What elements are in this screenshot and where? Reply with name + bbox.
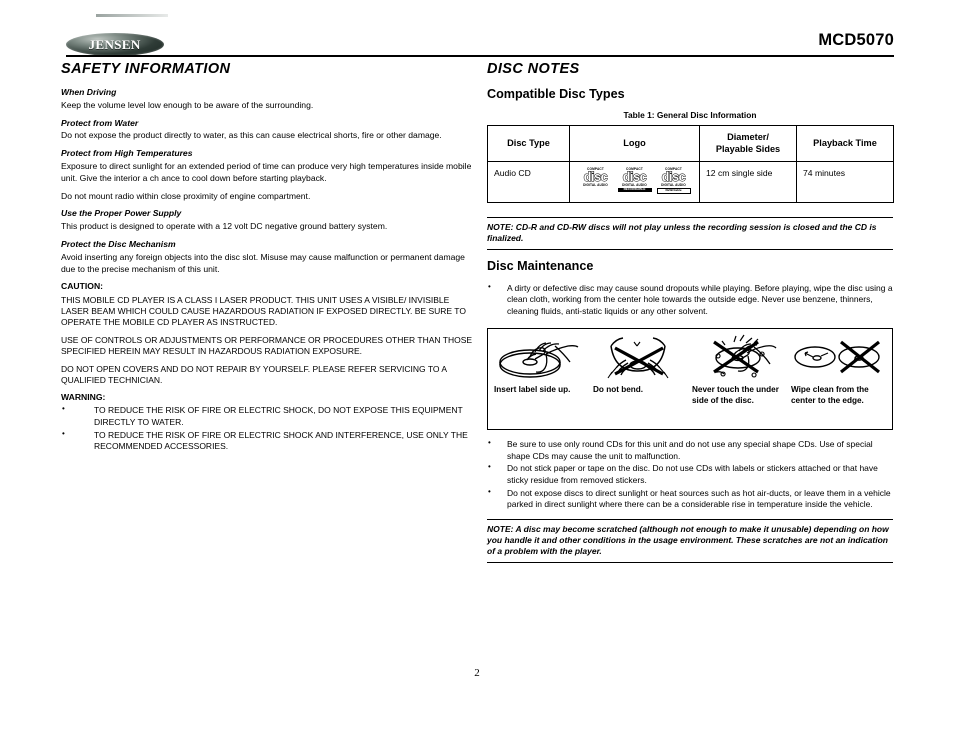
compact-disc-digital-audio-icon: COMPACT disc DIGITAL AUDIO	[579, 167, 613, 194]
model-number: MCD5070	[818, 31, 894, 49]
logo-ellipse: JENSEN	[66, 33, 164, 56]
disc-maintenance-list: A dirty or defective disc may cause soun…	[487, 282, 893, 318]
list-item: TO REDUCE THE RISK OF FIRE OR ELECTRIC S…	[61, 404, 473, 428]
header-line: Logo	[623, 138, 646, 148]
header-divider	[66, 55, 894, 57]
table-header-row: Disc Type Logo Diameter/ Playable Sides …	[487, 125, 894, 162]
page-header: JENSEN MCD5070	[0, 0, 954, 60]
illustration-insert-label-side-up: Insert label side up.	[492, 332, 591, 429]
illustration-never-touch-under-side: Never touch the under side of the disc.	[690, 332, 789, 429]
disc-handling-illustrations: Insert label side up. Do not bend. Never…	[487, 328, 893, 431]
cd-logo-tag: ReWritable	[656, 187, 691, 194]
note-block-2: NOTE: A disc may become scratched (altho…	[487, 518, 893, 564]
do-not-bend-disc-icon	[593, 332, 688, 382]
cell-diameter: 12 cm single side	[699, 160, 797, 203]
cd-logo-word: disc	[622, 170, 647, 185]
divider	[487, 518, 893, 520]
table-row: Audio CD COMPACT disc DIGITAL AUDIO COMP…	[487, 160, 894, 203]
safety-paragraph: Exposure to direct sunlight for an exten…	[61, 160, 472, 183]
list-item: A dirty or defective disc may cause soun…	[487, 282, 893, 318]
do-not-touch-underside-icon	[692, 332, 787, 382]
note-text: NOTE: CD-R and CD-RW discs will not play…	[487, 221, 877, 244]
cd-logo-row: COMPACT disc DIGITAL AUDIO COMPACT disc …	[576, 167, 693, 194]
disc-maintenance-heading: Disc Maintenance	[487, 259, 594, 274]
general-disc-information-table: Disc Type Logo Diameter/ Playable Sides …	[487, 125, 894, 203]
disc-notes-title: DISC NOTES	[487, 61, 580, 77]
note-text: NOTE: A disc may become scratched (altho…	[487, 523, 889, 557]
list-item: Do not stick paper or tape on the disc. …	[487, 462, 893, 486]
illustration-wipe-clean-center-to-edge: Wipe clean from the center to the edge.	[789, 332, 888, 429]
column-header-disc-type: Disc Type	[487, 125, 570, 162]
illustration-caption: Insert label side up.	[494, 385, 571, 395]
cd-logo-tag: RECORDABLE	[617, 187, 652, 192]
note-block-1: NOTE: CD-R and CD-RW discs will not play…	[487, 216, 893, 251]
list-item: TO REDUCE THE RISK OF FIRE OR ELECTRIC S…	[61, 429, 473, 453]
header-line: Playback Time	[813, 138, 877, 148]
divider	[487, 249, 893, 251]
subhead-use-the-proper-power-supply: Use the Proper Power Supply	[61, 208, 182, 219]
subhead-protect-the-disc-mechanism: Protect the Disc Mechanism	[61, 239, 176, 250]
illustration-caption: Do not bend.	[593, 385, 644, 395]
subhead-when-driving: When Driving	[61, 86, 117, 97]
header-line: Playable Sides	[715, 143, 781, 154]
safety-paragraph: Do not expose the product directly to wa…	[61, 130, 442, 141]
cd-logo-word: disc	[661, 170, 686, 185]
disc-care-list: Be sure to use only round CDs for this u…	[487, 438, 893, 511]
safety-information-column: SAFETY INFORMATION When Driving Keep the…	[61, 61, 473, 459]
insert-disc-label-up-icon	[494, 332, 589, 382]
cell-disc-type: Audio CD	[487, 160, 570, 203]
divider	[487, 562, 893, 564]
table-caption: Table 1: General Disc Information	[623, 110, 757, 121]
safety-paragraph: Avoid inserting any foreign objects into…	[61, 251, 465, 274]
safety-paragraph: Keep the volume level low enough to be a…	[61, 99, 314, 110]
jensen-logo: JENSEN	[66, 33, 164, 57]
wipe-disc-center-to-edge-icon	[791, 332, 886, 382]
logo-tail-rule	[96, 14, 168, 17]
compact-disc-rewritable-icon: COMPACT disc DIGITAL AUDIO ReWritable	[656, 167, 691, 194]
illustration-caption: Never touch the under side of the disc.	[692, 385, 779, 405]
illustration-caption: Wipe clean from the center to the edge.	[791, 385, 869, 405]
caution-paragraph: USE OF CONTROLS OR ADJUSTMENTS OR PERFOR…	[61, 334, 473, 357]
compact-disc-recordable-icon: COMPACT disc DIGITAL AUDIO RECORDABLE	[617, 167, 652, 194]
cell-logo: COMPACT disc DIGITAL AUDIO COMPACT disc …	[569, 160, 700, 203]
caution-paragraph: DO NOT OPEN COVERS AND DO NOT REPAIR BY …	[61, 363, 447, 385]
list-item: Be sure to use only round CDs for this u…	[487, 438, 893, 462]
list-item: Do not expose discs to direct sunlight o…	[487, 487, 893, 511]
caution-label: CAUTION:	[61, 281, 104, 292]
compatible-disc-types-heading: Compatible Disc Types	[487, 86, 625, 101]
subhead-protect-from-high-temperatures: Protect from High Temperatures	[61, 148, 193, 159]
caution-paragraph: THIS MOBILE CD PLAYER IS A CLASS I LASER…	[61, 294, 466, 328]
divider	[487, 216, 893, 218]
page-number: 2	[474, 667, 480, 679]
column-header-diameter-playable-sides: Diameter/ Playable Sides	[699, 125, 797, 162]
column-header-logo: Logo	[569, 125, 700, 162]
header-line: Disc Type	[507, 138, 550, 148]
cell-playback-time: 74 minutes	[796, 160, 894, 203]
illustration-do-not-bend: Do not bend.	[591, 332, 690, 429]
disc-notes-column: DISC NOTES Compatible Disc Types Table 1…	[487, 61, 894, 564]
column-header-playback-time: Playback Time	[796, 125, 894, 162]
header-line: Diameter/	[727, 132, 769, 143]
cd-logo-bottom-text: DIGITAL AUDIO	[583, 183, 608, 188]
safety-information-title: SAFETY INFORMATION	[61, 61, 231, 77]
warning-label: WARNING:	[61, 392, 106, 403]
safety-paragraph: Do not mount radio within close proximit…	[61, 190, 311, 201]
cd-logo-bottom-text: DIGITAL AUDIO	[661, 183, 686, 188]
brand-name: JENSEN	[88, 37, 142, 52]
subhead-protect-from-water: Protect from Water	[61, 117, 139, 128]
safety-paragraph: This product is designed to operate with…	[61, 221, 388, 232]
cd-logo-word: disc	[583, 170, 608, 185]
warning-list: TO REDUCE THE RISK OF FIRE OR ELECTRIC S…	[61, 404, 473, 453]
